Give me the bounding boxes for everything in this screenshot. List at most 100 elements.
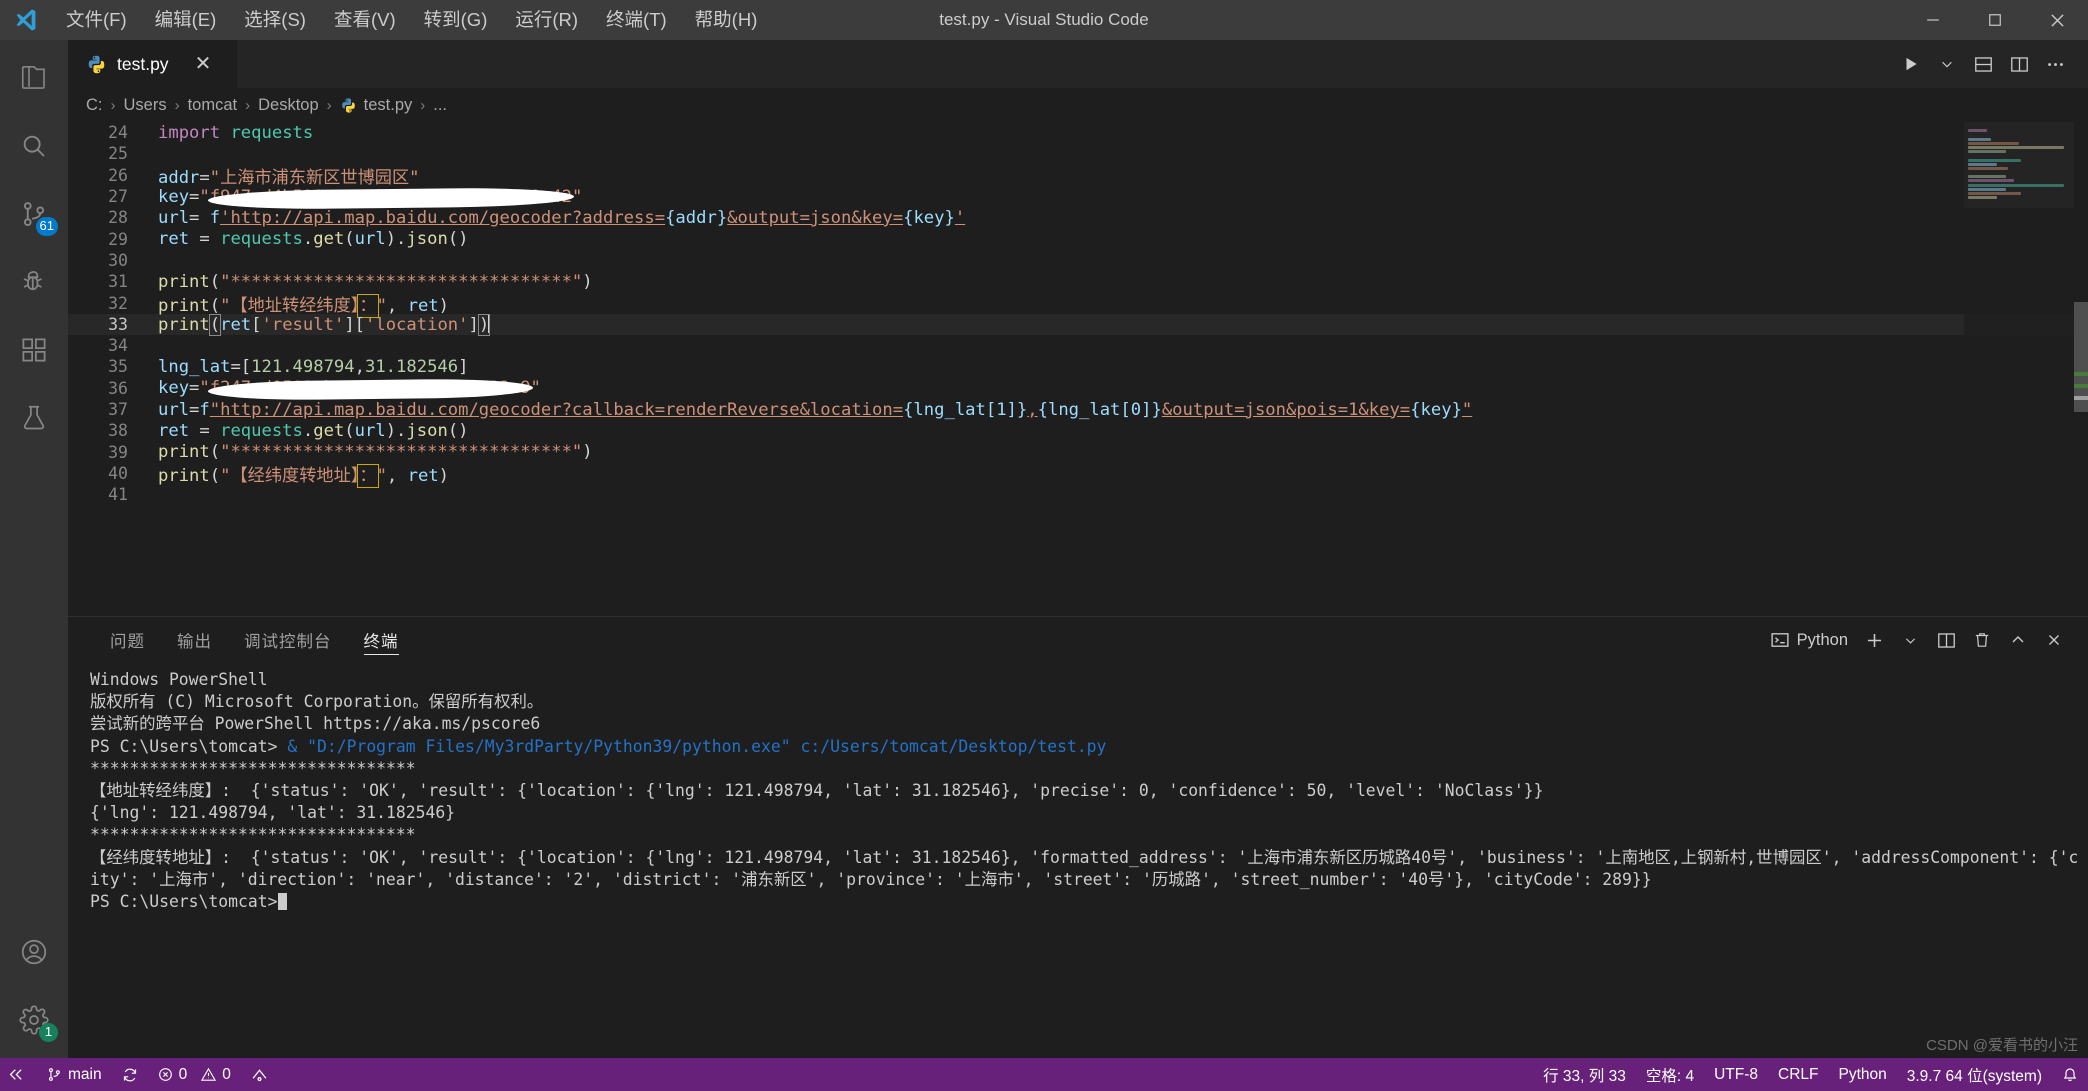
- code-line[interactable]: 36key="f247ed0592eb49c8a6cd05070b322e9": [68, 378, 2088, 399]
- ports-icon: [251, 1066, 268, 1083]
- menu-edit[interactable]: 编辑(E): [141, 0, 231, 40]
- manage-settings-button[interactable]: 1: [0, 986, 68, 1054]
- status-sync-button[interactable]: [112, 1058, 148, 1091]
- terminal-output[interactable]: Windows PowerShell版权所有 (C) Microsoft Cor…: [68, 663, 2088, 1058]
- line-number: 39: [68, 443, 154, 462]
- code-lines[interactable]: 24import requests2526addr="上海市浦东新区世博园区"2…: [68, 122, 2088, 616]
- code-line[interactable]: 35lng_lat=[121.498794,31.182546]: [68, 356, 2088, 377]
- code-line[interactable]: 29ret = requests.get(url).json(): [68, 228, 2088, 249]
- code-line[interactable]: 40print("【经纬度转地址】：", ret): [68, 463, 2088, 484]
- tab-close-button[interactable]: ✕: [189, 52, 218, 76]
- close-panel-button[interactable]: [2038, 623, 2070, 657]
- token-op: (): [448, 229, 469, 249]
- token-op: ,: [355, 357, 365, 377]
- terminal-selector[interactable]: Python: [1765, 631, 1854, 650]
- minimap[interactable]: [1964, 122, 2074, 616]
- sidebar-item-extensions[interactable]: [0, 316, 68, 384]
- terminal-line: 版权所有 (C) Microsoft Corporation。保留所有权利。: [90, 691, 2088, 713]
- breadcrumb-item-users[interactable]: Users: [124, 96, 167, 115]
- sidebar-item-testing[interactable]: [0, 384, 68, 452]
- code-editor[interactable]: 24import requests2526addr="上海市浦东新区世博园区"2…: [68, 122, 2088, 616]
- tab-problems[interactable]: 问题: [94, 617, 161, 663]
- sidebar-item-source-control[interactable]: 61: [0, 180, 68, 248]
- split-editor-right-button[interactable]: [2002, 44, 2036, 84]
- sidebar-item-explorer[interactable]: [0, 44, 68, 112]
- status-python-interpreter[interactable]: 3.9.7 64 位(system): [1897, 1058, 2052, 1091]
- code-text: lng_lat=[121.498794,31.182546]: [154, 357, 468, 377]
- code-line[interactable]: 28url= f'http://api.map.baidu.com/geocod…: [68, 207, 2088, 228]
- breadcrumb-item-file[interactable]: test.py: [340, 96, 413, 115]
- code-line[interactable]: 24import requests: [68, 122, 2088, 143]
- split-editor-down-button[interactable]: [1966, 44, 2000, 84]
- status-warning-count: 0: [222, 1066, 231, 1084]
- maximize-panel-button[interactable]: [2002, 623, 2034, 657]
- code-line[interactable]: 27key="f947ed4b520a143cbecf22d27e9a4ac2a…: [68, 186, 2088, 207]
- code-text: key="f947ed4b520a143cbecf22d27e9a4ac2a42…: [154, 187, 582, 207]
- split-terminal-button[interactable]: [1930, 623, 1962, 657]
- code-line[interactable]: 34: [68, 335, 2088, 356]
- menu-file[interactable]: 文件(F): [52, 0, 141, 40]
- sidebar-item-search[interactable]: [0, 112, 68, 180]
- code-line[interactable]: 39print("*******************************…: [68, 441, 2088, 462]
- code-line[interactable]: 30: [68, 250, 2088, 271]
- menu-selection[interactable]: 选择(S): [230, 0, 320, 40]
- manage-badge: 1: [39, 1023, 58, 1042]
- tab-terminal[interactable]: 终端: [348, 617, 415, 663]
- beaker-icon: [19, 403, 49, 433]
- kill-terminal-button[interactable]: [1966, 623, 1998, 657]
- token-op: =[: [230, 357, 251, 377]
- scrollbar-decoration: [2074, 372, 2088, 376]
- status-remote-button[interactable]: [0, 1058, 37, 1091]
- status-indentation[interactable]: 空格: 4: [1636, 1058, 1704, 1091]
- maximize-button[interactable]: [1964, 0, 2026, 40]
- breadcrumb: C: › Users › tomcat › Desktop › test.py: [68, 88, 2088, 122]
- tab-output[interactable]: 输出: [161, 617, 228, 663]
- run-python-file-button[interactable]: [1894, 44, 1928, 84]
- code-line[interactable]: 26addr="上海市浦东新区世博园区": [68, 165, 2088, 186]
- code-line[interactable]: 41: [68, 484, 2088, 505]
- breadcrumb-item-tomcat[interactable]: tomcat: [188, 96, 238, 115]
- minimize-button[interactable]: [1902, 0, 1964, 40]
- tab-test-py[interactable]: test.py ✕: [68, 40, 238, 88]
- code-line[interactable]: 37url=f"http://api.map.baidu.com/geocode…: [68, 399, 2088, 420]
- status-notifications-button[interactable]: [2052, 1058, 2088, 1091]
- menu-go[interactable]: 转到(G): [410, 0, 502, 40]
- minimap-line: [1968, 196, 1997, 199]
- token-str: ": [377, 296, 387, 316]
- terminal-dropdown-button[interactable]: [1894, 623, 1926, 657]
- status-ports-button[interactable]: [241, 1058, 278, 1091]
- token-var: url: [158, 400, 189, 420]
- status-language-mode[interactable]: Python: [1828, 1058, 1896, 1091]
- line-number: 35: [68, 357, 154, 376]
- breadcrumb-item-drive[interactable]: C:: [86, 96, 103, 115]
- code-line[interactable]: 25: [68, 143, 2088, 164]
- breadcrumb-separator-icon: ›: [418, 97, 427, 114]
- breadcrumb-item-symbols[interactable]: ...: [433, 96, 447, 115]
- status-cursor-position[interactable]: 行 33, 列 33: [1533, 1058, 1636, 1091]
- editor-scrollbar[interactable]: [2074, 122, 2088, 616]
- code-line[interactable]: 33print(ret['result']['location']): [68, 314, 2088, 335]
- close-button[interactable]: [2026, 0, 2088, 40]
- menu-help[interactable]: 帮助(H): [681, 0, 772, 40]
- token-fn: json: [406, 229, 447, 249]
- more-actions-button[interactable]: [2038, 44, 2072, 84]
- menu-run[interactable]: 运行(R): [501, 0, 592, 40]
- chevron-down-icon[interactable]: [1930, 44, 1964, 84]
- status-eol[interactable]: CRLF: [1768, 1058, 1828, 1091]
- minimap-line: [1968, 175, 2006, 178]
- tab-debug-console[interactable]: 调试控制台: [228, 617, 348, 663]
- status-encoding[interactable]: UTF-8: [1704, 1058, 1768, 1091]
- menu-terminal[interactable]: 终端(T): [592, 0, 681, 40]
- code-line[interactable]: 32print("【地址转经纬度】：", ret): [68, 292, 2088, 313]
- status-problems[interactable]: 0 0: [148, 1058, 241, 1091]
- breadcrumb-item-desktop[interactable]: Desktop: [258, 96, 319, 115]
- accounts-button[interactable]: [0, 918, 68, 986]
- code-line[interactable]: 38ret = requests.get(url).json(): [68, 420, 2088, 441]
- token-var: key: [158, 187, 189, 207]
- token-op: ): [582, 442, 592, 462]
- new-terminal-button[interactable]: [1858, 623, 1890, 657]
- sidebar-item-run-and-debug[interactable]: [0, 248, 68, 316]
- code-line[interactable]: 31print("*******************************…: [68, 271, 2088, 292]
- status-branch[interactable]: main: [37, 1058, 112, 1091]
- menu-view[interactable]: 查看(V): [320, 0, 410, 40]
